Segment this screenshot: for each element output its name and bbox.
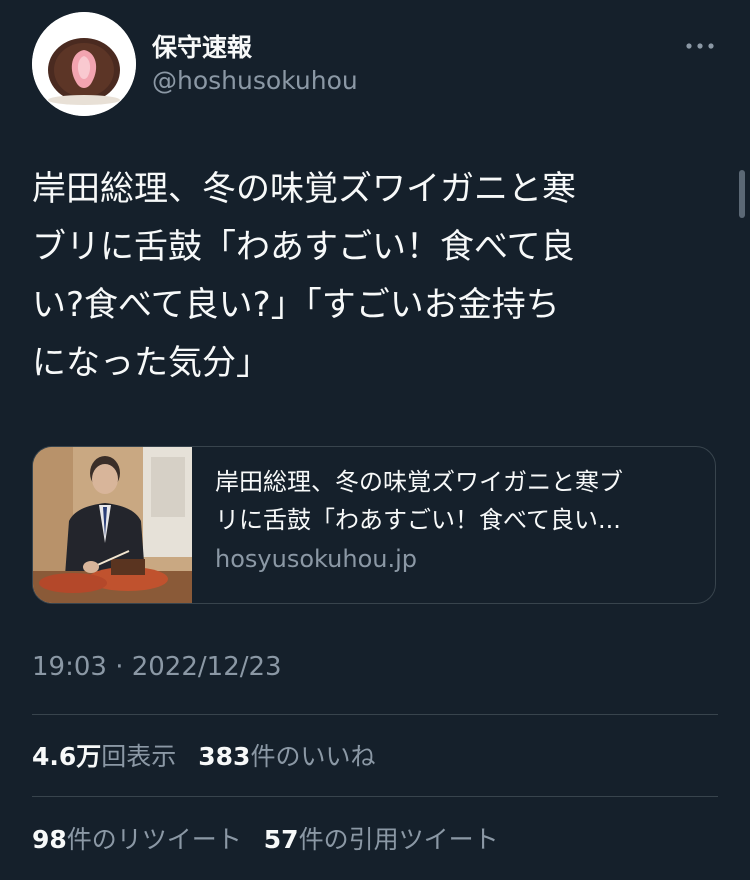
link-preview-thumbnail <box>33 447 192 603</box>
quotes-label: 件の引用ツイート <box>298 825 499 854</box>
link-preview-title-line: リに舌鼓「わあすごい！食べて良い... <box>215 506 621 534</box>
strawberry-daifuku-avatar-icon <box>32 12 136 116</box>
stats-row-retweets-quotes: 98件のリツイート 57件の引用ツイート <box>32 820 513 856</box>
link-preview-title-line: 岸田総理、冬の味覚ズワイガニと寒ブ <box>215 468 623 496</box>
divider <box>32 714 718 715</box>
retweets-label: 件のリツイート <box>66 825 242 854</box>
link-preview-card[interactable]: 岸田総理、冬の味覚ズワイガニと寒ブ リに舌鼓「わあすごい！食べて良い... hos… <box>32 446 716 604</box>
quotes-stat[interactable]: 57件の引用ツイート <box>264 825 499 854</box>
retweets-count: 98 <box>32 825 67 854</box>
quotes-count: 57 <box>263 825 299 854</box>
tweet-text-line: ブリに舌鼓「わあすごい！食べて良 <box>32 227 575 267</box>
views-count: 4.6万 <box>32 742 102 771</box>
stats-row-views-likes: 4.6万回表示 383件のいいね <box>32 737 389 773</box>
link-preview-title: 岸田総理、冬の味覚ズワイガニと寒ブ リに舌鼓「わあすごい！食べて良い... <box>215 463 705 539</box>
link-preview-domain: hosyusokuhou.jp <box>215 545 418 573</box>
likes-count: 383 <box>198 742 251 771</box>
retweets-stat[interactable]: 98件のリツイート <box>32 825 242 854</box>
display-name[interactable]: 保守速報 <box>152 28 252 64</box>
user-handle[interactable]: @hoshusokuhou <box>152 66 358 95</box>
likes-stat[interactable]: 383件のいいね <box>198 742 375 771</box>
likes-label: 件のいいね <box>250 742 376 771</box>
avatar[interactable] <box>32 12 136 116</box>
tweet-text-line: になった気分」 <box>32 343 270 383</box>
more-horizontal-icon[interactable] <box>684 34 716 58</box>
tweet-text-line: い?食べて良い?」「すごいお金持ち <box>32 285 560 325</box>
divider <box>32 796 718 797</box>
tweet-text: 岸田総理、冬の味覚ズワイガニと寒 ブリに舌鼓「わあすごい！食べて良 い?食べて良い?… <box>32 160 712 392</box>
tweet-timestamp[interactable]: 19:03 · 2022/12/23 <box>32 652 282 682</box>
scrollbar-thumb[interactable] <box>739 170 745 218</box>
views-stat[interactable]: 4.6万回表示 <box>32 742 176 771</box>
tweet-text-line: 岸田総理、冬の味覚ズワイガニと寒 <box>32 169 576 209</box>
views-label: 回表示 <box>101 742 177 771</box>
